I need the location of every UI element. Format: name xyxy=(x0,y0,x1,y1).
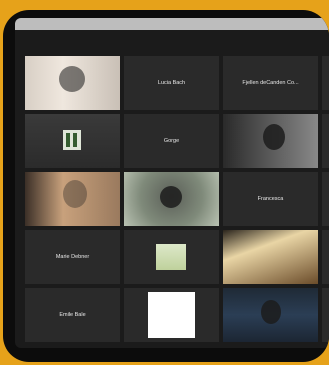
participant-tile-active-speaker[interactable] xyxy=(124,172,219,226)
participant-tile-partial[interactable] xyxy=(322,230,329,284)
participant-tile[interactable] xyxy=(25,56,120,110)
person-silhouette xyxy=(160,186,182,208)
participant-name: Marie Debner xyxy=(55,254,90,260)
participant-tile-partial[interactable] xyxy=(322,114,329,168)
participant-tile[interactable]: Francesca xyxy=(223,172,318,226)
participant-tile[interactable]: Gorge xyxy=(124,114,219,168)
participant-tile[interactable] xyxy=(25,114,120,168)
participant-tile[interactable] xyxy=(25,172,120,226)
window-title-bar xyxy=(15,18,329,30)
participant-grid: Lucia Bach Fjellen deCanden Co... Gorge xyxy=(25,56,329,344)
participant-tile[interactable] xyxy=(223,288,318,342)
participant-name: Francesca xyxy=(257,196,284,202)
person-silhouette xyxy=(263,124,285,150)
participant-name: Gorge xyxy=(163,138,180,144)
device-frame: Lucia Bach Fjellen deCanden Co... Gorge xyxy=(3,10,329,362)
participant-tile-partial[interactable] xyxy=(322,56,329,110)
plant-image xyxy=(63,130,81,150)
person-silhouette xyxy=(63,180,87,208)
participant-tile[interactable] xyxy=(223,114,318,168)
participant-name: Emile Bale xyxy=(59,312,86,318)
participant-tile[interactable]: Fjellen deCanden Co... xyxy=(223,56,318,110)
participant-video xyxy=(223,230,318,284)
participant-name: Lucia Bach xyxy=(157,80,186,86)
meeting-window: Lucia Bach Fjellen deCanden Co... Gorge xyxy=(15,18,329,348)
participant-tile[interactable]: Emile Bale xyxy=(25,288,120,342)
person-silhouette xyxy=(59,66,85,92)
participant-tile[interactable]: Marie Debner xyxy=(25,230,120,284)
participant-photo xyxy=(156,244,186,270)
participant-tile-partial[interactable] xyxy=(322,172,329,226)
participant-tile[interactable] xyxy=(223,230,318,284)
participant-tile-partial[interactable] xyxy=(322,288,329,342)
participant-video-blank xyxy=(148,292,195,338)
participant-tile[interactable] xyxy=(124,230,219,284)
participant-tile[interactable]: Lucia Bach xyxy=(124,56,219,110)
person-silhouette xyxy=(261,300,281,324)
participant-tile[interactable] xyxy=(124,288,219,342)
participant-name: Fjellen deCanden Co... xyxy=(242,80,299,86)
